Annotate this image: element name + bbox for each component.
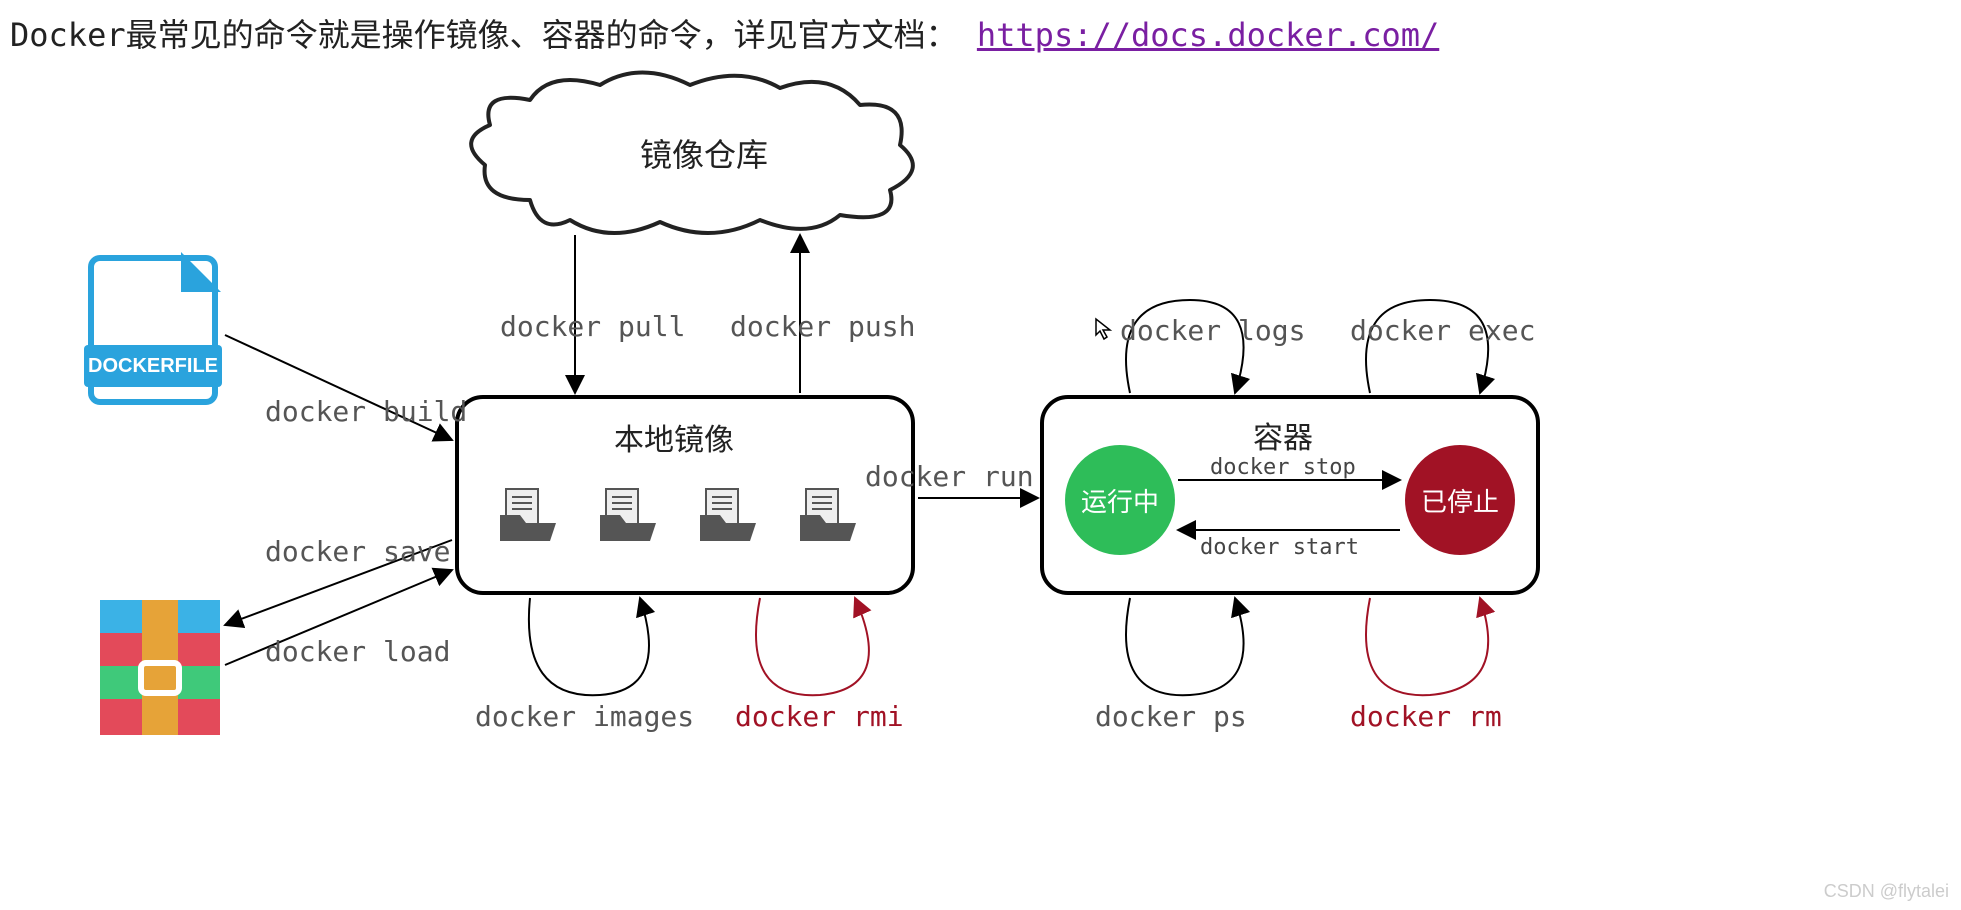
cmd-run: docker run [865, 460, 1034, 493]
arrows-layer [0, 0, 1961, 910]
docs-link[interactable]: https://docs.docker.com/ [977, 16, 1439, 54]
cmd-ps: docker ps [1095, 700, 1247, 733]
folder-icon [700, 485, 756, 541]
dockerfile-label: DOCKERFILE [84, 345, 222, 387]
state-running: 运行中 [1065, 445, 1175, 555]
folder-icon [800, 485, 856, 541]
dockerfile-icon: DOCKERFILE [88, 255, 218, 405]
local-images-label: 本地镜像 [614, 415, 734, 459]
page-title: Docker最常见的命令就是操作镜像、容器的命令，详见官方文档： https:/… [10, 10, 1439, 56]
folder-icon [600, 485, 656, 541]
cmd-exec: docker exec [1350, 314, 1535, 347]
cmd-push: docker push [730, 310, 915, 343]
folder-icon [500, 485, 556, 541]
watermark: CSDN @flytalei [1824, 881, 1949, 902]
cmd-load: docker load [265, 635, 450, 668]
cmd-rmi: docker rmi [735, 700, 904, 733]
container-label: 容器 [1253, 413, 1313, 457]
cmd-stop: docker stop [1210, 455, 1356, 480]
title-text: Docker最常见的命令就是操作镜像、容器的命令，详见官方文档： [10, 16, 958, 54]
cmd-start: docker start [1200, 535, 1359, 560]
cmd-logs: docker logs [1120, 314, 1305, 347]
archive-icon [100, 600, 220, 735]
cmd-images: docker images [475, 700, 694, 733]
cmd-rm: docker rm [1350, 700, 1502, 733]
cursor-icon [1095, 318, 1113, 340]
cloud-label: 镜像仓库 [640, 130, 768, 176]
cmd-build: docker build [265, 395, 467, 428]
state-stopped: 已停止 [1405, 445, 1515, 555]
cmd-save: docker save [265, 535, 450, 568]
cmd-pull: docker pull [500, 310, 685, 343]
